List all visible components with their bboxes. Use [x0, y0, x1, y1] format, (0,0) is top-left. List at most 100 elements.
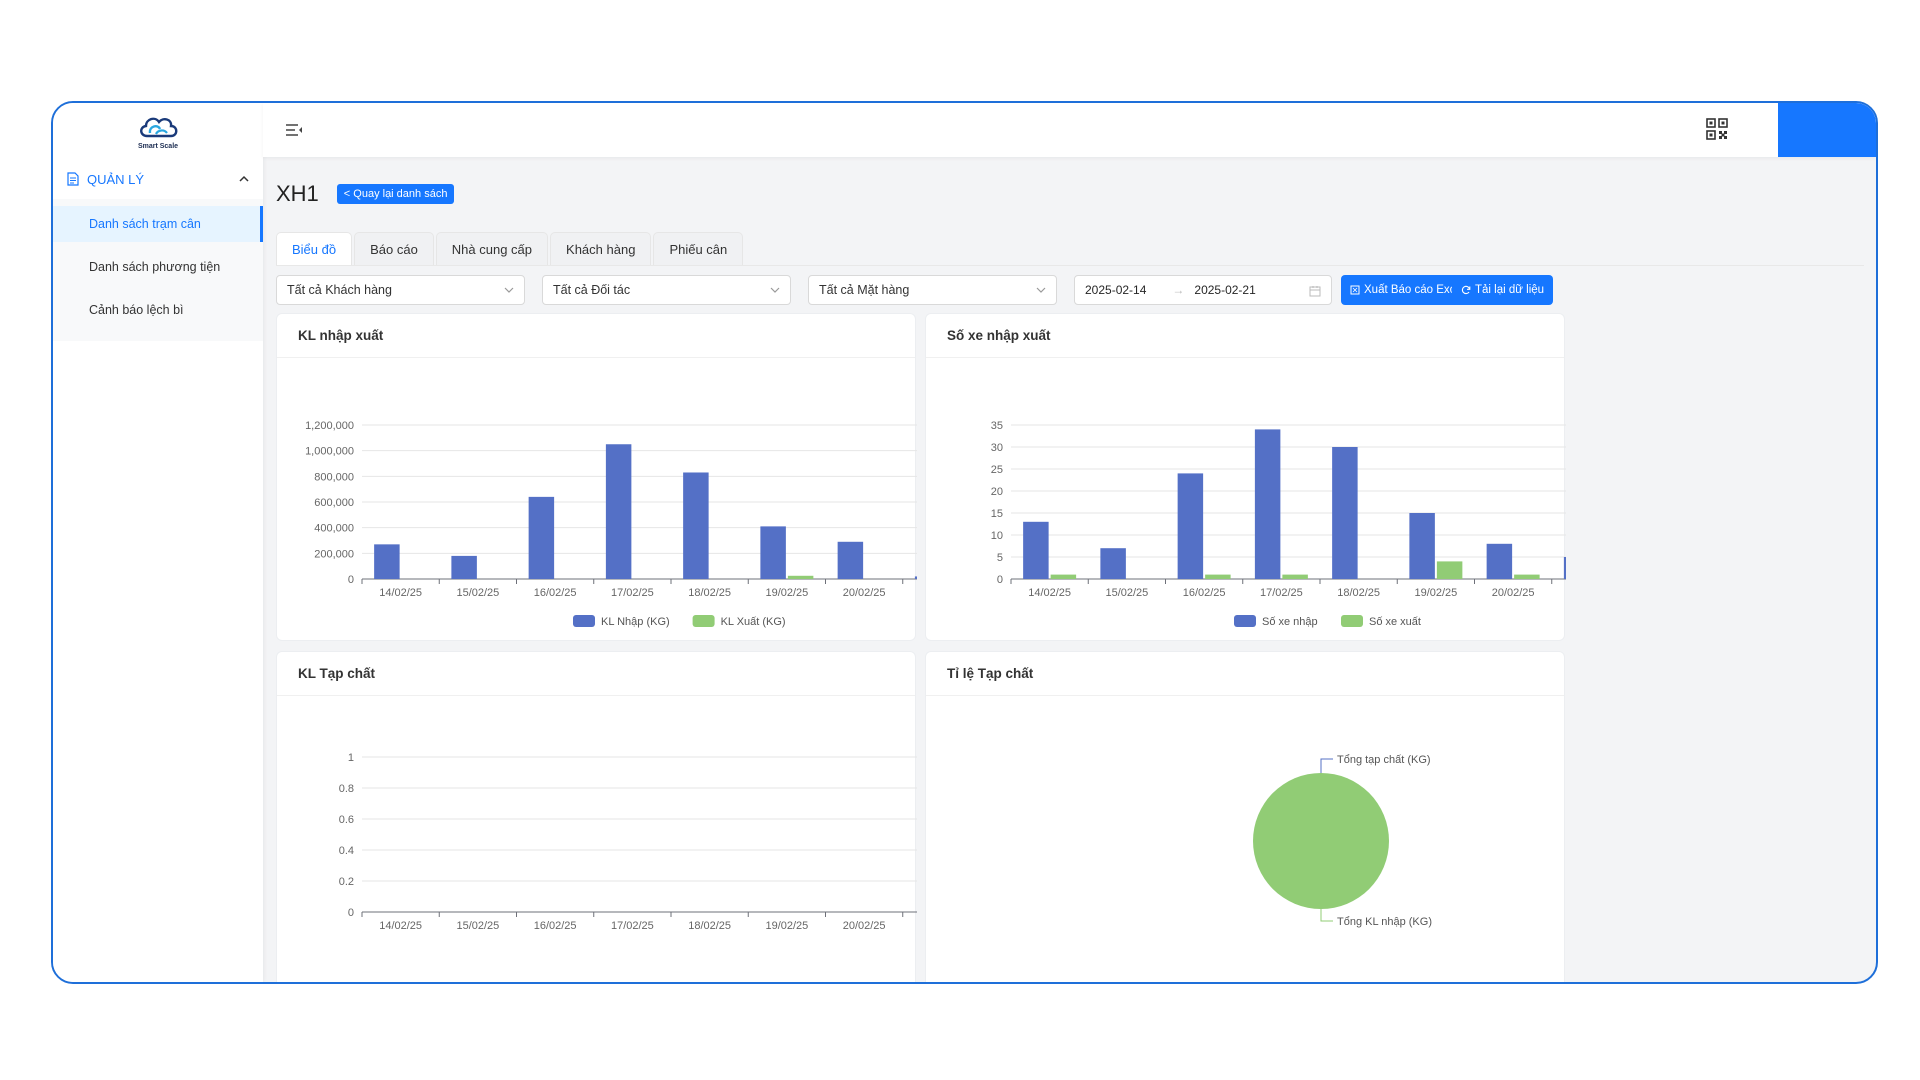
y-tick-label: 5 [997, 552, 1003, 564]
x-tick-label: 14/02/25 [379, 587, 422, 599]
menu-group-quan-ly[interactable]: QUẢN LÝ [53, 159, 263, 199]
arrow-right-icon: → [1172, 283, 1185, 297]
y-tick-label: 1 [348, 752, 354, 764]
date-range-picker[interactable]: 2025-02-14 → 2025-02-21 [1074, 275, 1332, 305]
y-tick-label: 10 [991, 530, 1003, 542]
y-tick-label: 1,200,000 [305, 420, 354, 432]
chart-title: KL Tạp chất [277, 652, 915, 696]
y-tick-label: 600,000 [314, 497, 354, 509]
y-tick-label: 400,000 [314, 523, 354, 535]
logo-text: Smart Scale [137, 143, 179, 150]
x-tick-label: 16/02/25 [534, 587, 577, 599]
chart-title: Tỉ lệ Tạp chất [926, 652, 1564, 696]
x-tick-label: 20/02/25 [843, 587, 886, 599]
tab-phieu-can[interactable]: Phiếu cân [653, 232, 744, 266]
header-user-area[interactable] [1778, 103, 1876, 157]
x-tick-label: 17/02/25 [611, 920, 654, 932]
reload-data-button[interactable]: Tải lại dữ liệu [1452, 275, 1554, 305]
page-title: XH1 [276, 181, 319, 206]
bar-series1 [914, 576, 917, 579]
bar-series1 [528, 496, 555, 579]
tab-bieu-do[interactable]: Biểu đồ [276, 232, 353, 266]
bar-series1 [1254, 429, 1281, 579]
menu-fold-icon[interactable] [285, 122, 303, 138]
product-select-value: Tất cả Mặt hàng [819, 283, 910, 297]
chart-card-kl-nhap-xuat: KL nhập xuất 0 200,000 400,000 600,000 800,0… [276, 313, 917, 641]
bar-series2 [1514, 574, 1540, 579]
chevron-up-icon[interactable] [239, 175, 249, 183]
chevron-down-icon [1036, 287, 1046, 293]
chevron-down-icon [770, 287, 780, 293]
pie-label-line [1320, 909, 1333, 922]
sidebar-item-label: Danh sách trạm cân [89, 217, 201, 231]
x-tick-label: 16/02/25 [534, 920, 577, 932]
chart-title: Số xe nhập xuất [926, 314, 1564, 358]
partner-select-value: Tất cả Đối tác [553, 283, 631, 297]
x-tick-label: 15/02/25 [1105, 587, 1148, 599]
tab-khach-hang[interactable]: Khách hàng [550, 232, 652, 266]
bar-series1 [1332, 447, 1358, 579]
x-tick-label: 18/02/25 [688, 920, 731, 932]
y-tick-label: 0 [997, 574, 1003, 586]
tab-nha-cung-cap[interactable]: Nhà cung cấp [435, 232, 549, 266]
y-tick-label: 200,000 [314, 548, 354, 560]
main-content: XH1 < Quay lại danh sách Biểu đồ Báo cáo… [263, 157, 1876, 982]
x-tick-label: 19/02/25 [1414, 587, 1457, 599]
bar-chart-kl-nhap-xuat: 0 200,000 400,000 600,000 800,000 1,000,000 1,… [305, 420, 917, 628]
x-tick-label: 17/02/25 [1260, 587, 1303, 599]
pie-label: Tổng KL nhập (KG) [1337, 916, 1432, 928]
x-tick-label: 15/02/25 [456, 587, 499, 599]
pie-slice [1253, 773, 1389, 909]
calendar-icon [1309, 286, 1321, 297]
y-tick-label: 0.4 [339, 845, 354, 857]
bar-series1 [374, 544, 400, 579]
x-tick-label: 20/02/25 [1492, 587, 1535, 599]
legend-swatch [1341, 615, 1363, 627]
reload-icon [1461, 285, 1471, 295]
legend-label: Số xe xuất [1369, 616, 1421, 628]
date-from-input[interactable]: 2025-02-14 [1085, 283, 1146, 297]
bar-series2 [787, 575, 814, 579]
sidebar: Smart Scale QUẢN LÝ Danh sách trạm cân D… [53, 103, 263, 982]
pie-chart-ti-le-tap-chat: Tổng tạp chất (KG) Tổng KL nhập (KG) [1253, 754, 1432, 928]
customer-select[interactable]: Tất cả Khách hàng [276, 275, 525, 305]
bar-series1 [1409, 513, 1435, 579]
back-to-list-button[interactable]: < Quay lại danh sách [336, 184, 455, 204]
qr-code-icon[interactable] [1706, 118, 1728, 140]
chart-card-kl-tap-chat: KL Tạp chất 0 0.2 0.4 0.6 0.8 1 14/02/25 15/02/… [276, 651, 917, 982]
tab-bar: Biểu đồ Báo cáo Nhà cung cấp Khách hàng … [276, 232, 745, 266]
bar-series1 [1023, 521, 1049, 579]
cloud-logo-icon [140, 117, 178, 138]
bar-series1 [1486, 543, 1513, 579]
y-tick-label: 35 [991, 420, 1003, 432]
partner-select[interactable]: Tất cả Đối tác [542, 275, 791, 305]
x-tick-label: 20/02/25 [843, 920, 886, 932]
tab-bao-cao[interactable]: Báo cáo [354, 232, 434, 266]
x-tick-label: 15/02/25 [456, 920, 499, 932]
date-to-input[interactable]: 2025-02-21 [1194, 283, 1255, 297]
bar-series2 [1050, 574, 1077, 579]
y-tick-label: 25 [991, 464, 1003, 476]
customer-select-value: Tất cả Khách hàng [287, 283, 392, 297]
sidebar-item-danh-sach-tram-can[interactable]: Danh sách trạm cân [53, 206, 263, 242]
logo[interactable]: Smart Scale [53, 103, 263, 159]
app-window: Smart Scale QUẢN LÝ Danh sách trạm cân D… [51, 101, 1878, 984]
pie-label: Tổng tạp chất (KG) [1337, 754, 1431, 766]
legend-label: Số xe nhập [1262, 616, 1318, 628]
product-select[interactable]: Tất cả Mặt hàng [808, 275, 1057, 305]
bar-chart-so-xe-nhap-xuat: 0 5 10 15 20 25 30 35 14/02/25 15/02/25 16/02/25 17… [991, 420, 1566, 628]
chevron-down-icon [504, 287, 514, 293]
y-tick-label: 15 [991, 508, 1003, 520]
sidebar-item-danh-sach-phuong-tien[interactable]: Danh sách phương tiện [53, 249, 263, 285]
filter-bar: Tất cả Khách hàng Tất cả Đối tác Tất cả … [276, 275, 1864, 305]
x-tick-label: 19/02/25 [765, 587, 808, 599]
legend-label: KL Nhập (KG) [601, 616, 670, 628]
pie-label-line [1320, 758, 1333, 773]
y-tick-label: 0 [348, 574, 354, 586]
legend-swatch [573, 615, 595, 627]
x-tick-label: 16/02/25 [1183, 587, 1226, 599]
chart-card-ti-le-tap-chat: Tỉ lệ Tạp chất Tổng tạp chất (KG) Tổng KL… [925, 651, 1565, 982]
sidebar-item-canh-bao-lech-bi[interactable]: Cảnh báo lệch bì [53, 292, 263, 328]
y-tick-label: 20 [991, 486, 1003, 498]
bar-series2 [1205, 574, 1231, 579]
